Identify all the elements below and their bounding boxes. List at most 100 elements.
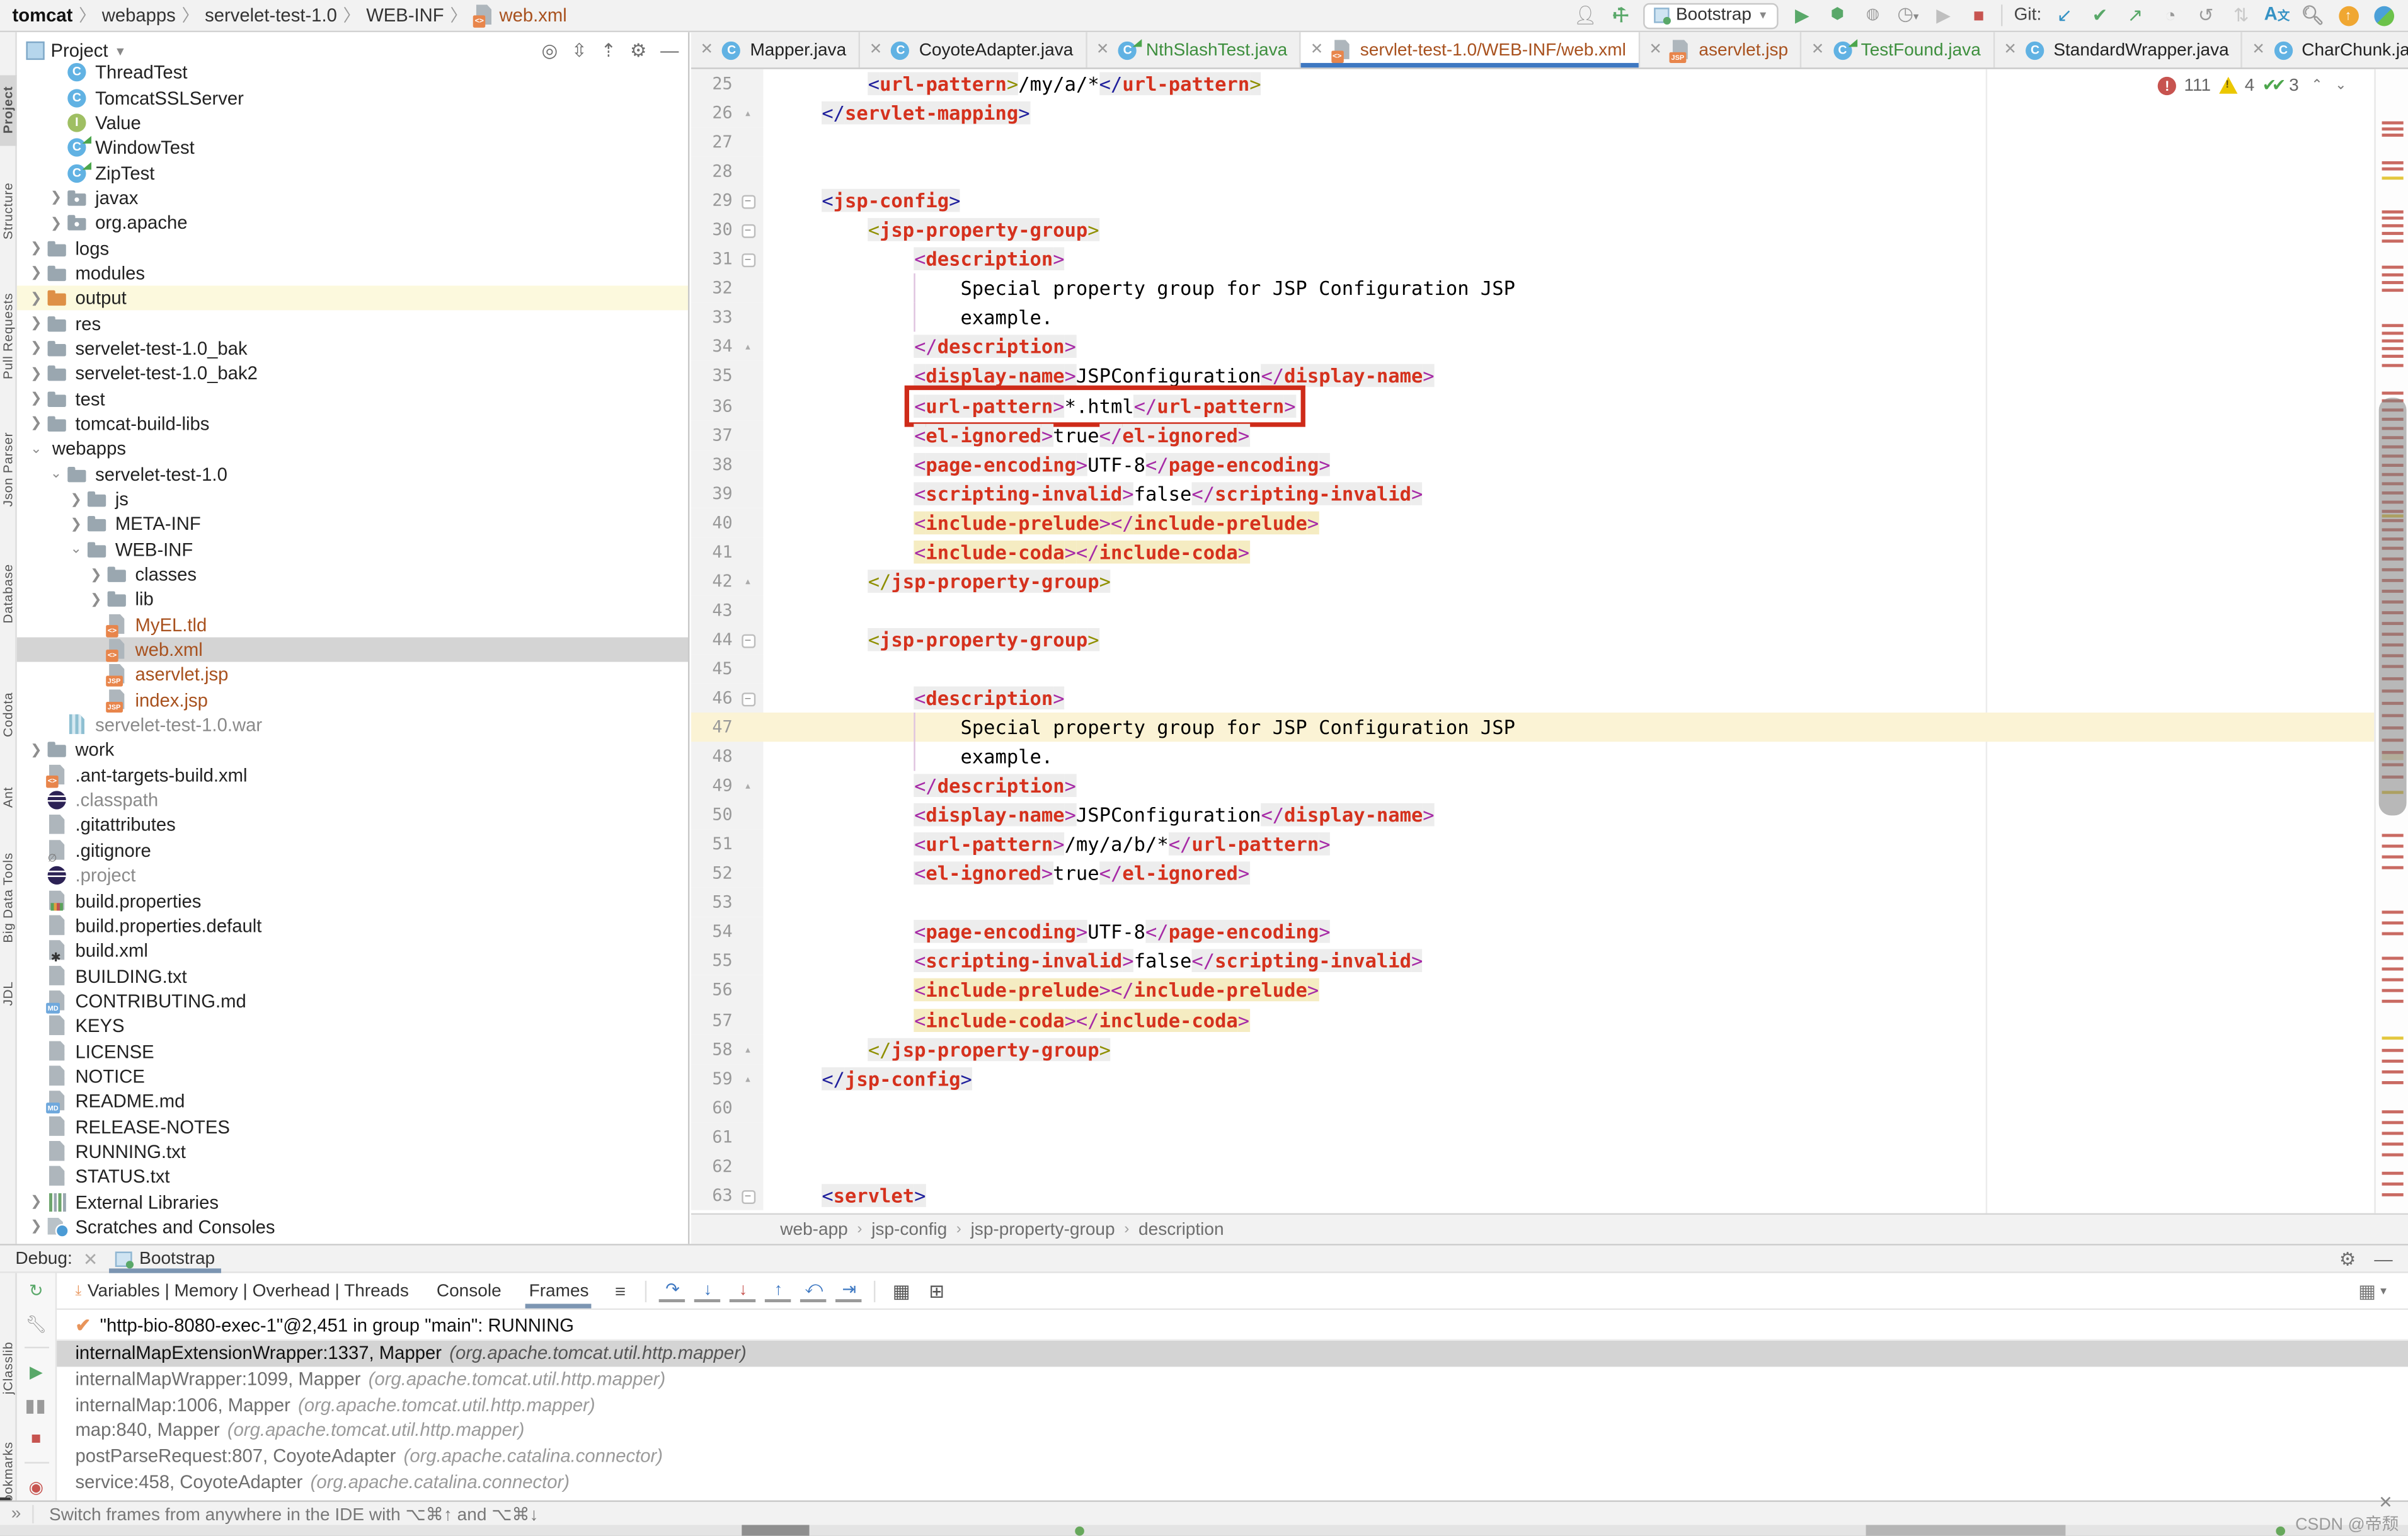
threads-view-icon[interactable]: ≡ [607,1279,633,1302]
code-line-27[interactable]: 27 [691,128,2375,157]
error-mark[interactable] [2382,922,2404,925]
error-mark[interactable] [2382,1070,2404,1074]
step-over-icon[interactable]: ↷ [660,1279,685,1302]
tool-stripe-jclasslib[interactable]: jClasslib [0,1331,17,1405]
tool-stripe-pull-requests[interactable]: Pull Requests [0,278,17,394]
tree-item-org-apache[interactable]: ❯org.apache [17,210,688,236]
xml-breadcrumb-item[interactable]: description [1138,1220,1224,1239]
debug-view-tab-console[interactable]: Console [424,1273,513,1309]
fold-start-icon[interactable]: − [741,224,755,238]
tree-item-notice[interactable]: NOTICE [17,1064,688,1089]
error-mark[interactable] [2382,1000,2404,1003]
error-mark[interactable] [2382,1049,2404,1052]
code-line-62[interactable]: 62 [691,1151,2375,1180]
chevron-right-icon[interactable]: ❯ [26,742,46,759]
chevron-right-icon[interactable]: ❯ [26,365,46,382]
error-mark[interactable] [2382,364,2404,367]
chevron-right-icon[interactable]: ❯ [26,340,46,357]
translate-icon[interactable]: A文 [2264,3,2290,28]
frame-row[interactable]: postParseRequest:807, CoyoteAdapter(org.… [57,1443,2408,1469]
error-mark[interactable] [2382,989,2404,992]
hide-icon[interactable]: — [660,40,679,61]
tree-item-tomcat-build-libs[interactable]: ❯tomcat-build-libs [17,411,688,437]
code-line-31[interactable]: 31− <description> [691,244,2375,273]
close-icon[interactable]: ✕ [701,42,713,59]
hint-expand-icon[interactable]: » [0,1504,34,1523]
chevron-right-icon[interactable]: ❯ [26,315,46,332]
debug-view-tab-frames[interactable]: Frames [517,1273,601,1309]
frame-row[interactable]: internalMapExtensionWrapper:1337, Mapper… [57,1341,2408,1367]
chevron-right-icon[interactable]: ❯ [26,415,46,432]
tool-stripe-codota[interactable]: Codota [0,674,17,754]
tree-item-web-inf[interactable]: ⌄WEB-INF [17,537,688,562]
code-line-32[interactable]: 32 Special property group for JSP Config… [691,274,2375,303]
fold-end-icon[interactable]: ▴ [733,566,764,595]
evaluate-icon[interactable]: ▦ [888,1279,914,1302]
play-icon[interactable]: ▶ [1790,3,1815,28]
error-mark[interactable] [2382,239,2404,243]
tree-item-servelet-test-1-0-war[interactable]: servelet-test-1.0.war [17,713,688,738]
tree-item-running-txt[interactable]: RUNNING.txt [17,1139,688,1164]
code-line-25[interactable]: 25 <url-pattern>/my/a/*</url-pattern> [691,69,2375,98]
breadcrumb-item[interactable]: web.xml [499,4,566,26]
frame-row[interactable]: service:458, CoyoteAdapter(org.apache.ca… [57,1469,2408,1494]
error-mark[interactable] [2382,932,2404,936]
code-line-26[interactable]: 26▴ </servlet-mapping> [691,98,2375,127]
tool-stripe-structure[interactable]: Structure [0,168,17,254]
tree-item-servelet-test-1-0-bak2[interactable]: ❯servelet-test-1.0_bak2 [17,361,688,386]
tree-item-test[interactable]: ❯test [17,386,688,411]
wrench-icon[interactable]: 🔧︎ [25,1313,47,1334]
sphere-icon[interactable] [2371,3,2396,28]
code-line-38[interactable]: 38 <page-encoding>UTF-8</page-encoding> [691,449,2375,478]
code-line-58[interactable]: 58▴ </jsp-property-group> [691,1035,2375,1063]
error-mark[interactable] [2382,1081,2404,1084]
error-stripe-scrollbar[interactable] [2374,69,2408,1213]
error-mark[interactable] [2382,122,2404,125]
code-line-39[interactable]: 39 <scripting-invalid>false</scripting-i… [691,479,2375,508]
editor-tab-mapper-java[interactable]: ✕Mapper.java [691,32,860,67]
code-line-60[interactable]: 60 [691,1093,2375,1122]
xml-breadcrumb-item[interactable]: web-app [780,1220,848,1239]
close-icon[interactable]: ✕ [869,42,882,59]
code-line-40[interactable]: 40 <include-prelude></include-prelude> [691,508,2375,537]
scrollbar-thumb[interactable] [2379,398,2407,815]
code-line-55[interactable]: 55 <scripting-invalid>false</scripting-i… [691,946,2375,975]
error-mark[interactable] [2382,168,2404,171]
tree-item-external-libraries[interactable]: ❯External Libraries [17,1189,688,1215]
watermark-close-icon[interactable]: ✕ [2378,1493,2392,1513]
code-line-48[interactable]: 48 example. [691,742,2375,771]
code-line-59[interactable]: 59▴ </jsp-config> [691,1063,2375,1092]
locate-icon[interactable]: ◎ [542,40,558,61]
xml-breadcrumb-item[interactable]: jsp-property-group [971,1220,1115,1239]
tree-item-work[interactable]: ❯work [17,738,688,763]
next-issue-icon[interactable]: ⌄ [2335,77,2346,94]
error-mark[interactable] [2382,978,2404,982]
breadcrumb-item[interactable]: WEB-INF [366,4,444,26]
git-push-icon[interactable]: ↗ [2123,3,2147,28]
tree-item-license[interactable]: LICENSE [17,1039,688,1064]
editor-tab-charchunk-java[interactable]: ✕CharChunk.java [2243,32,2408,67]
tool-stripe-big-data-tools[interactable]: Big Data Tools [0,839,17,958]
tree-item-classes[interactable]: ❯classes [17,562,688,587]
code-line-41[interactable]: 41 <include-coda></include-coda> [691,537,2375,566]
chevron-right-icon[interactable]: ❯ [26,1218,46,1235]
code-line-46[interactable]: 46− <description> [691,684,2375,713]
tree-item-meta-inf[interactable]: ❯META-INF [17,512,688,537]
code-line-33[interactable]: 33 example. [691,303,2375,332]
prev-issue-icon[interactable]: ⌃ [2311,77,2322,94]
fold-start-icon[interactable]: − [741,195,755,209]
editor-tab-aservlet-jsp[interactable]: ✕aservlet.jsp [1640,32,1802,67]
chevron-right-icon[interactable]: ❯ [26,390,46,407]
code-line-47[interactable]: 47 Special property group for JSP Config… [691,713,2375,742]
expand-all-icon[interactable]: ⇳ [571,40,587,61]
step-into-icon[interactable]: ↓ [695,1279,721,1302]
error-mark[interactable] [2382,332,2404,335]
editor-tab-testfound-java[interactable]: ✕TestFound.java [1802,32,1995,67]
error-mark[interactable] [2382,1132,2404,1135]
code-line-51[interactable]: 51 <url-pattern>/my/a/b/*</url-pattern> [691,830,2375,859]
code-line-28[interactable]: 28 [691,157,2375,186]
fold-end-icon[interactable]: ▴ [733,1063,764,1092]
compare-icon[interactable]: ⇅ [2229,3,2254,28]
tree-item-build-properties-default[interactable]: build.properties.default [17,914,688,939]
error-mark[interactable] [2382,845,2404,848]
